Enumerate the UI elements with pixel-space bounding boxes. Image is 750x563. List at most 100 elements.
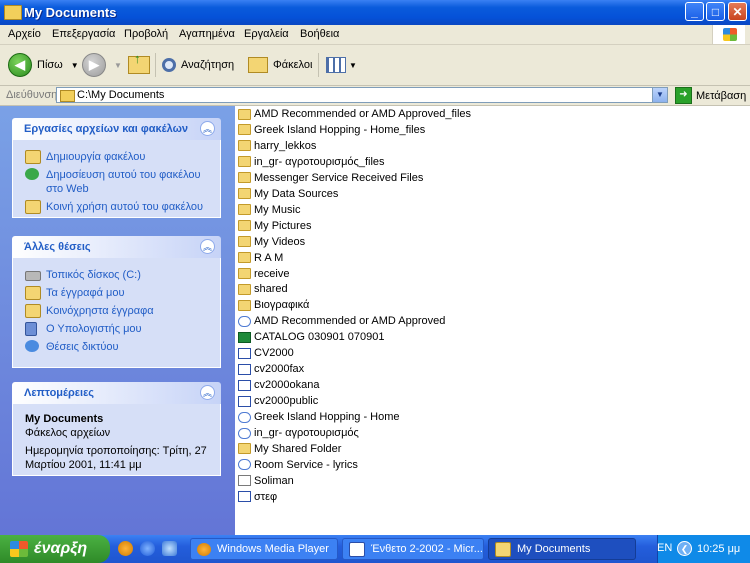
chevron-up-icon[interactable]: ︽ — [200, 239, 215, 254]
folder-icon — [238, 252, 251, 264]
network-places-link[interactable]: Θέσεις δικτύου — [13, 340, 220, 354]
file-name: receive — [254, 267, 290, 280]
menu-favorites[interactable]: Αγαπημένα — [179, 28, 235, 40]
file-item[interactable]: My Data Sources — [238, 186, 338, 202]
shared-documents-link[interactable]: Κοινόχρηστα έγγραφα — [13, 304, 220, 318]
menu-help[interactable]: Βοήθεια — [300, 28, 339, 40]
folder-icon — [238, 156, 251, 168]
file-item[interactable]: My Videos — [238, 234, 305, 250]
menu-file[interactable]: Αρχείο — [8, 28, 41, 40]
file-item[interactable]: Greek Island Hopping - Home_files — [238, 122, 425, 138]
forward-button[interactable]: ▶ ▼ — [82, 51, 122, 79]
media-player-quicklaunch-icon[interactable] — [118, 541, 133, 556]
minimize-button[interactable]: _ — [685, 2, 704, 21]
menu-edit[interactable]: Επεξεργασία — [52, 28, 115, 40]
taskbar-item-word-document[interactable]: Ένθετο 2-2002 - Micr... — [342, 538, 484, 560]
menu-tools[interactable]: Εργαλεία — [244, 28, 289, 40]
file-item[interactable]: στεφ — [238, 489, 277, 505]
file-item[interactable]: shared — [238, 281, 288, 297]
details-modified: Ημερομηνία τροποποίησης: Τρίτη, 27 Μαρτί… — [25, 445, 207, 471]
file-item[interactable]: AMD Recommended or AMD Approved — [238, 313, 445, 329]
file-item[interactable]: in_gr- αγροτουρισμός — [238, 425, 359, 441]
file-name: cv2000fax — [254, 363, 305, 376]
file-item[interactable]: R A M — [238, 250, 283, 266]
file-item[interactable]: Messenger Service Received Files — [238, 170, 423, 186]
menu-view[interactable]: Προβολή — [124, 28, 168, 40]
file-name: My Shared Folder — [254, 442, 342, 455]
file-item[interactable]: CATALOG 030901 070901 — [238, 329, 384, 345]
close-button[interactable]: ✕ — [728, 2, 747, 21]
toolbar: ◀ Πίσω ▼ ▶ ▼ ↑ Αναζήτηση Φάκελοι ▼ — [0, 45, 750, 86]
window-title: My Documents — [24, 5, 117, 20]
folders-button[interactable]: Φάκελοι — [248, 51, 312, 79]
file-item[interactable]: Greek Island Hopping - Home — [238, 409, 400, 425]
views-button[interactable]: ▼ — [326, 51, 357, 79]
excel-document-icon — [238, 331, 251, 343]
file-item[interactable]: Βιογραφικά — [238, 297, 309, 313]
file-name: cv2000public — [254, 395, 319, 408]
start-label: έναρξη — [34, 540, 88, 557]
file-list: AMD Recommended or AMD Approved_files Gre… — [236, 106, 750, 535]
show-desktop-icon[interactable] — [162, 541, 177, 556]
start-button[interactable]: έναρξη — [0, 535, 110, 563]
chevron-up-icon[interactable]: ︽ — [200, 121, 215, 136]
up-folder-button[interactable]: ↑ — [128, 51, 150, 79]
file-item[interactable]: receive — [238, 266, 289, 282]
chevron-down-icon[interactable]: ▼ — [114, 61, 122, 70]
my-documents-link[interactable]: Τα έγγραφά μου — [13, 286, 220, 300]
file-item[interactable]: in_gr- αγροτουρισμός_files — [238, 154, 385, 170]
file-name: cv2000okana — [254, 379, 320, 392]
search-button[interactable]: Αναζήτηση — [162, 51, 234, 79]
taskbar-item-my-documents[interactable]: My Documents — [488, 538, 636, 560]
make-new-folder-link[interactable]: Δημιουργία φακέλου — [13, 150, 220, 164]
language-indicator[interactable]: EN — [657, 542, 672, 554]
file-item[interactable]: Soliman — [238, 473, 294, 489]
file-item[interactable]: CV2000 — [238, 345, 294, 361]
chevron-down-icon: ▼ — [349, 60, 357, 70]
go-button[interactable]: ➜ Μετάβαση — [675, 87, 746, 104]
new-folder-icon — [25, 150, 41, 164]
my-computer-link[interactable]: Ο Υπολογιστής μου — [13, 322, 220, 336]
file-item[interactable]: cv2000public — [238, 393, 318, 409]
file-folder-tasks-panel: Εργασίες αρχείων και φακέλων ︽ Δημιουργί… — [12, 118, 221, 218]
panel-header[interactable]: Άλλες θέσεις ︽ — [12, 236, 221, 258]
file-item[interactable]: AMD Recommended or AMD Approved_files — [238, 106, 471, 122]
go-arrow-icon: ➜ — [675, 87, 692, 104]
word-document-icon — [238, 379, 251, 391]
panel-header[interactable]: Εργασίες αρχείων και φακέλων ︽ — [12, 118, 221, 140]
file-name: in_gr- αγροτουρισμός — [254, 427, 359, 439]
file-item[interactable]: My Shared Folder — [238, 441, 341, 457]
maximize-button[interactable]: □ — [706, 2, 725, 21]
file-item[interactable]: cv2000fax — [238, 361, 304, 377]
file-item[interactable]: Room Service - lyrics — [238, 457, 358, 473]
file-item[interactable]: My Music — [238, 202, 300, 218]
clock: 10:25 μμ — [697, 543, 741, 555]
file-item[interactable]: My Pictures — [238, 218, 311, 234]
views-icon — [326, 57, 346, 73]
folder-icon — [238, 108, 251, 120]
folder-icon — [238, 188, 251, 200]
file-name: harry_lekkos — [254, 139, 317, 152]
file-name: in_gr- αγροτουρισμός_files — [254, 155, 385, 168]
internet-explorer-icon[interactable] — [140, 541, 155, 556]
file-item[interactable]: harry_lekkos — [238, 138, 316, 154]
file-name: Βιογραφικά — [254, 299, 310, 312]
file-name: Messenger Service Received Files — [254, 171, 424, 184]
file-name: shared — [254, 283, 288, 296]
chevron-left-icon[interactable]: ❮ — [677, 541, 692, 556]
address-input[interactable]: C:\My Documents ▼ — [56, 87, 668, 103]
taskbar-item-media-player[interactable]: Windows Media Player — [190, 538, 338, 560]
file-item[interactable]: cv2000okana — [238, 377, 319, 393]
word-document-icon — [238, 363, 251, 375]
panel-header[interactable]: Λεπτομέρειες ︽ — [12, 382, 221, 404]
word-icon — [349, 541, 365, 557]
chevron-down-icon[interactable]: ▼ — [71, 61, 79, 70]
title-bar[interactable]: My Documents _ □ ✕ — [0, 0, 750, 25]
share-folder-link[interactable]: Κοινή χρήση αυτού του φακέλου — [13, 200, 220, 214]
local-disk-link[interactable]: Τοπικός δίσκος (C:) — [13, 268, 220, 282]
publish-to-web-link[interactable]: Δημοσίευση αυτού του φακέλου στο Web — [13, 168, 220, 196]
chevron-up-icon[interactable]: ︽ — [200, 385, 215, 400]
chevron-down-icon[interactable]: ▼ — [652, 88, 667, 102]
back-button[interactable]: ◀ Πίσω ▼ — [8, 51, 79, 79]
shared-folder-icon — [25, 304, 41, 318]
